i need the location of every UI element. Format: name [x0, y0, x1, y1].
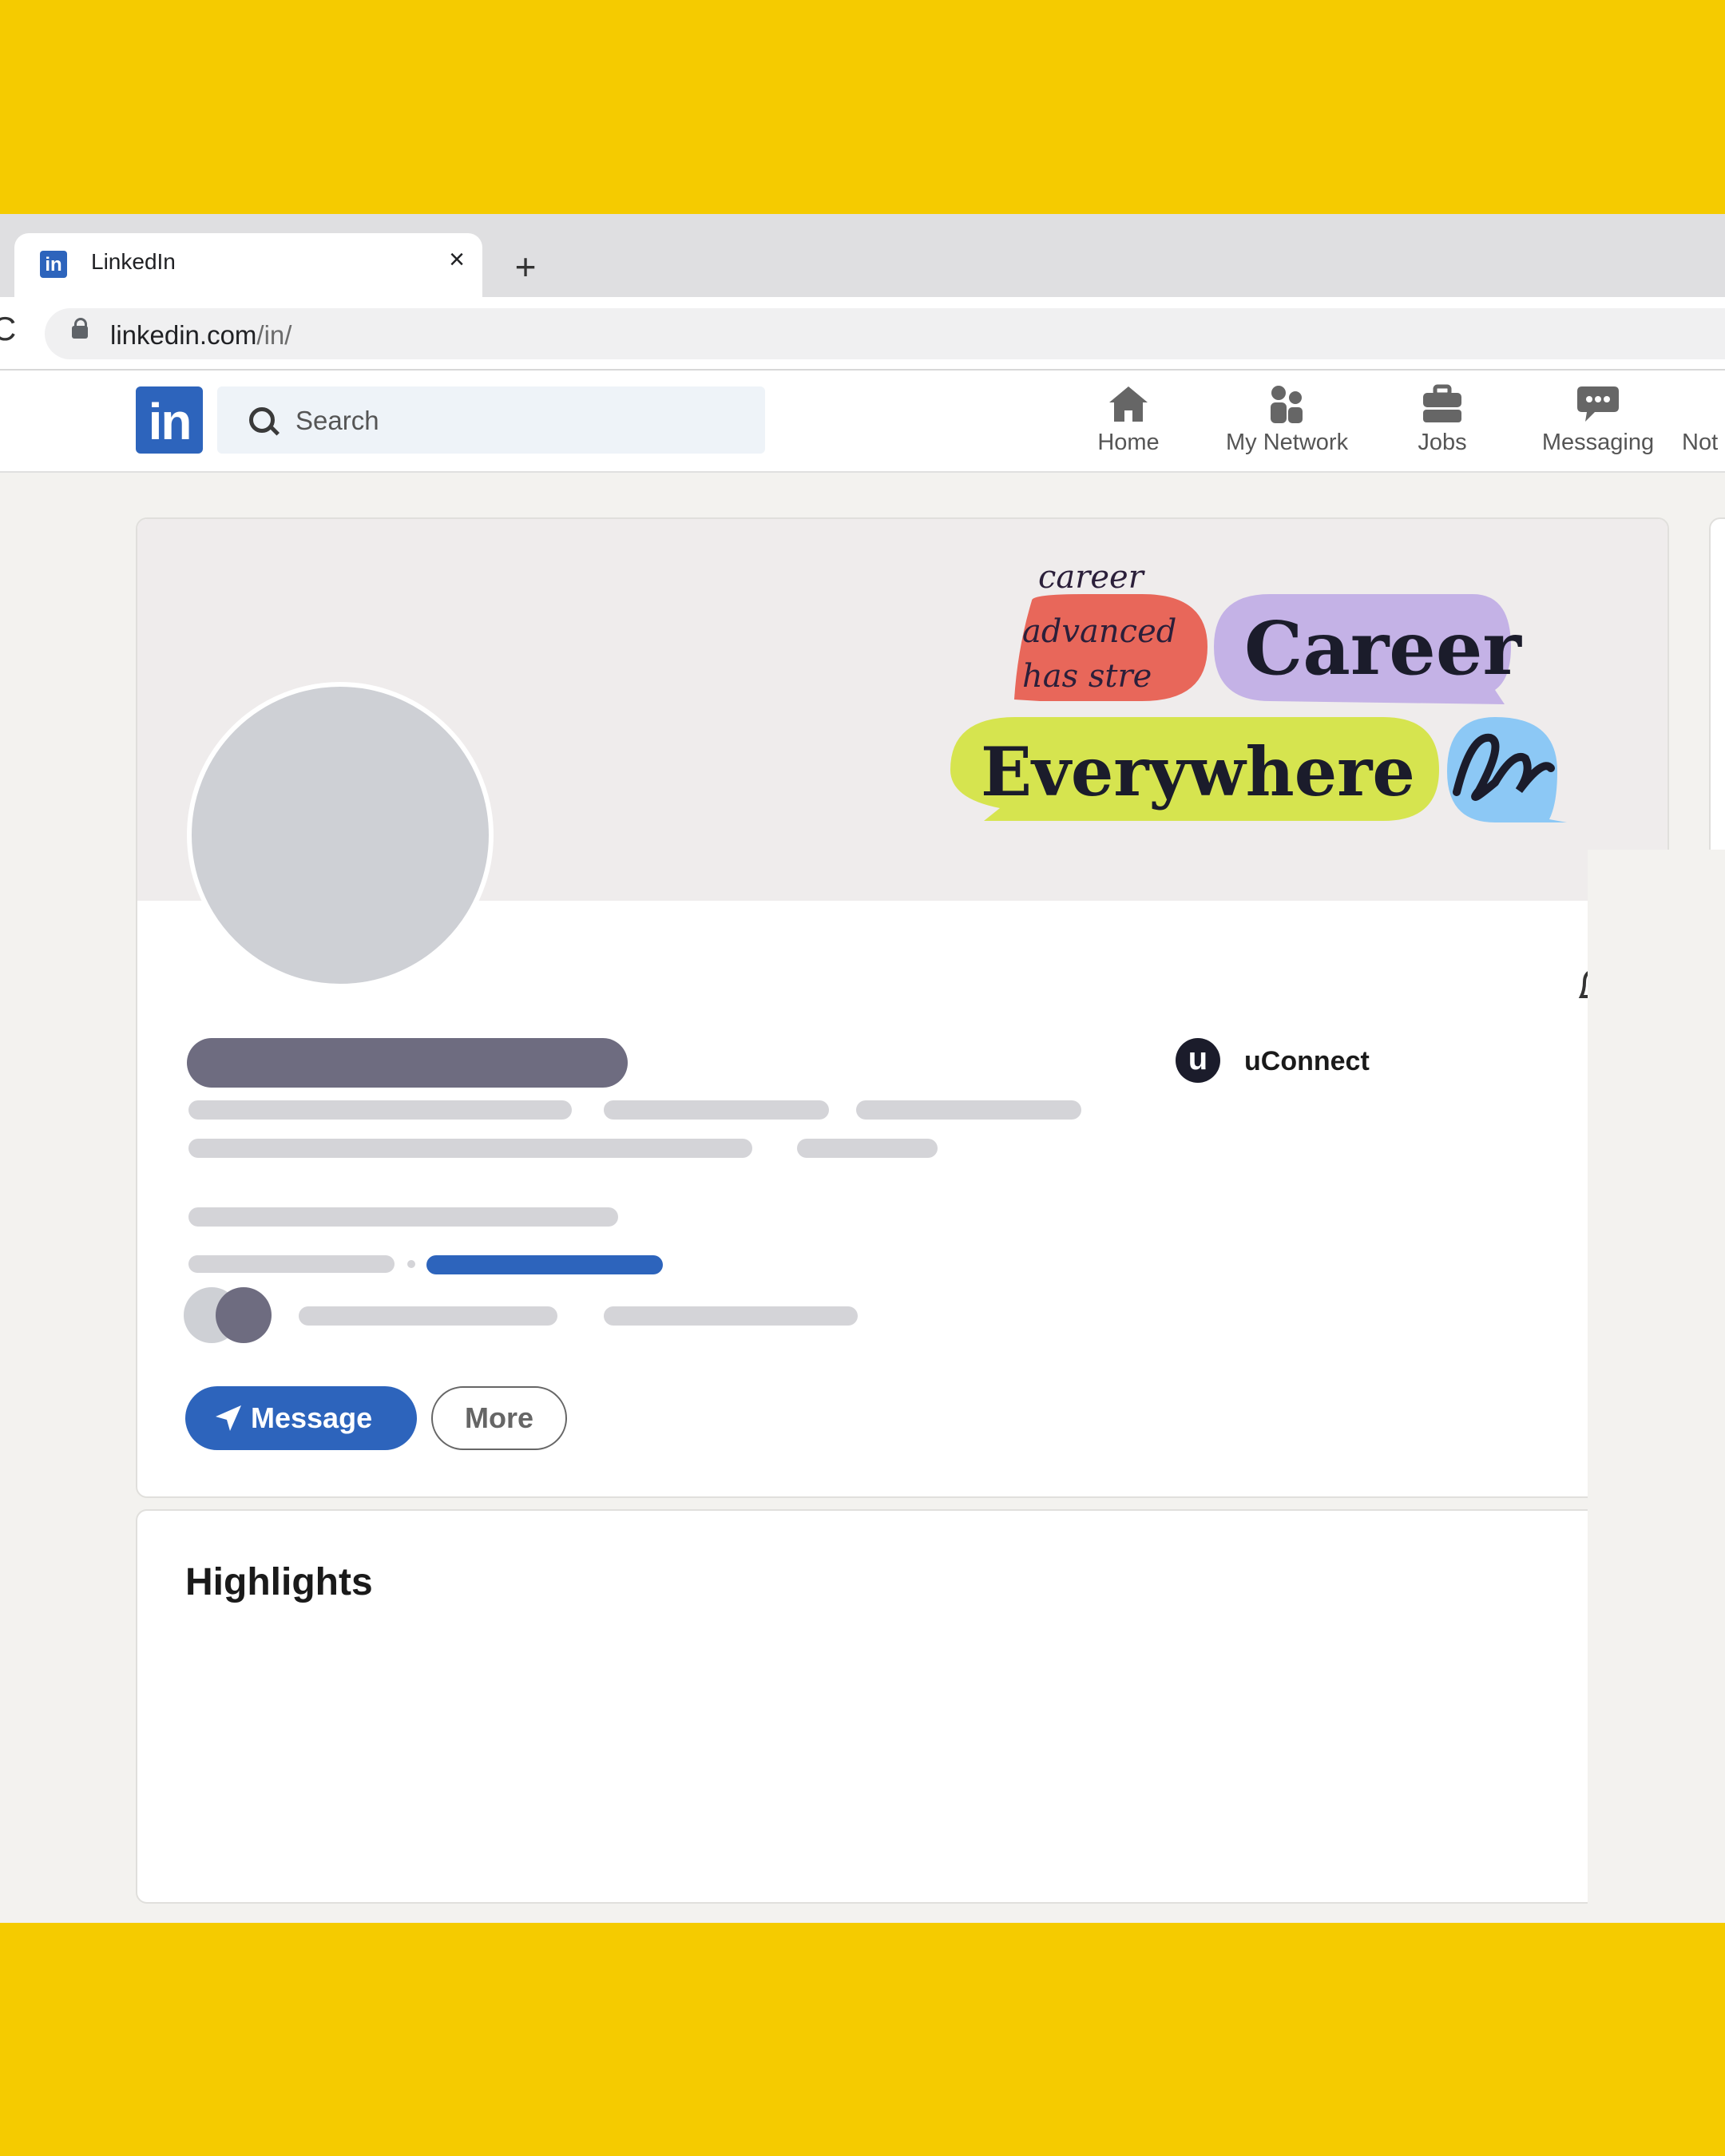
nav-jobs[interactable]: Jobs — [1382, 383, 1502, 463]
profile-card: career advanced has stre Career Everywhe… — [136, 517, 1669, 1498]
linkedin-logo[interactable]: in — [136, 386, 203, 454]
new-tab-button[interactable]: + — [500, 243, 551, 294]
search-input[interactable]: Search — [217, 386, 765, 454]
browser-window: in LinkedIn × + C linkedin.com/in/ in Se… — [0, 214, 1725, 1923]
location-placeholder — [797, 1139, 938, 1158]
followers-placeholder — [188, 1255, 395, 1273]
bell-icon — [1691, 383, 1725, 425]
banner-handwriting-1: career — [1038, 559, 1146, 596]
browser-tab[interactable]: in LinkedIn × — [14, 233, 482, 297]
reload-icon[interactable]: C — [0, 310, 16, 348]
url-text: linkedin.com/in/ — [110, 320, 291, 351]
nav-notifications[interactable]: Not — [1682, 383, 1725, 463]
highlights-card: Highlights — [136, 1509, 1669, 1904]
headline-placeholder — [604, 1100, 829, 1120]
address-bar: C linkedin.com/in/ — [0, 297, 1725, 371]
tab-title: LinkedIn — [91, 249, 176, 274]
more-button[interactable]: More — [431, 1386, 567, 1450]
nav-messaging-label: Messaging — [1541, 430, 1655, 455]
banner-handwriting-3: has stre — [1022, 658, 1152, 695]
linkedin-navbar: in Search Home My Network Jobs Messaging… — [0, 371, 1725, 473]
send-icon — [216, 1405, 241, 1431]
mutual-placeholder — [299, 1306, 557, 1326]
nav-notifications-label: Not — [1682, 430, 1719, 455]
company-logo: u — [1176, 1038, 1220, 1083]
connections-link-placeholder[interactable] — [426, 1255, 663, 1274]
overlay-panel — [1588, 850, 1725, 1923]
banner-word-career: Career — [1244, 605, 1522, 692]
tab-bar: in LinkedIn × + — [0, 214, 1725, 297]
people-icon — [1271, 386, 1303, 423]
company-name[interactable]: uConnect — [1244, 1046, 1370, 1077]
close-tab-icon[interactable]: × — [449, 244, 465, 275]
url-path: /in/ — [256, 320, 292, 350]
search-placeholder: Search — [295, 406, 379, 435]
nav-messaging[interactable]: Messaging — [1538, 383, 1658, 463]
lock-icon — [72, 318, 88, 339]
nav-home-label: Home — [1097, 430, 1160, 455]
banner-handwriting-2: advanced — [1022, 613, 1176, 650]
profile-avatar[interactable] — [187, 682, 494, 989]
nav-my-network-label: My Network — [1226, 430, 1349, 455]
message-button[interactable]: Message — [185, 1386, 417, 1450]
nav-home[interactable]: Home — [1069, 383, 1188, 463]
mutual-avatar — [216, 1287, 272, 1343]
url-field[interactable]: linkedin.com/in/ — [45, 308, 1725, 359]
banner-word-everywhere: Everywhere — [981, 732, 1415, 811]
url-domain: linkedin.com — [110, 320, 257, 350]
linkedin-favicon-icon: in — [40, 251, 67, 278]
nav-jobs-label: Jobs — [1418, 430, 1467, 455]
mutual-placeholder — [604, 1306, 858, 1326]
name-placeholder — [187, 1038, 628, 1088]
home-icon — [1109, 386, 1148, 422]
highlights-title: Highlights — [185, 1561, 373, 1603]
headline-placeholder — [188, 1100, 572, 1120]
chat-icon — [1577, 386, 1619, 422]
location-placeholder — [188, 1139, 752, 1158]
separator-dot — [407, 1260, 415, 1268]
search-icon — [249, 407, 275, 433]
message-button-label: Message — [251, 1401, 373, 1434]
nav-my-network[interactable]: My Network — [1226, 383, 1349, 463]
headline-placeholder — [856, 1100, 1081, 1120]
about-placeholder — [188, 1207, 618, 1227]
briefcase-icon — [1423, 384, 1461, 422]
